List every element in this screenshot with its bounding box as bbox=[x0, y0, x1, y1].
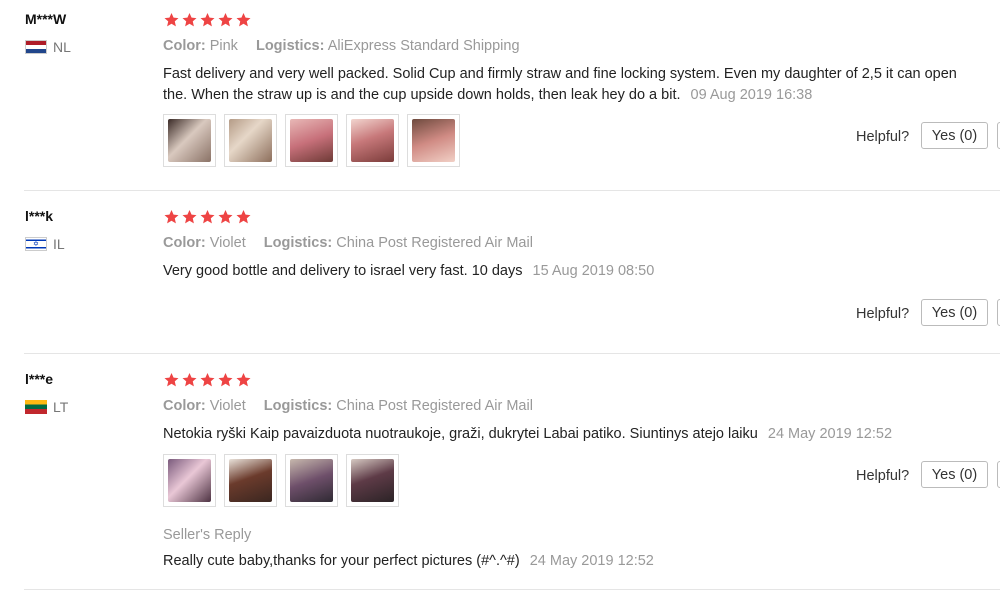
reviewer-country: LT bbox=[25, 399, 68, 415]
star-rating bbox=[163, 209, 253, 225]
seller-reply-text: Really cute baby,thanks for your perfect… bbox=[163, 553, 520, 569]
helpful-yes-button[interactable]: Yes (0) bbox=[921, 461, 988, 488]
review-body: Netokia ryški Kaip pavaizduota nuotrauko… bbox=[163, 426, 758, 442]
logistics-label: Logistics: bbox=[255, 38, 325, 54]
star-icon bbox=[217, 209, 234, 225]
helpful-label: Helpful? bbox=[856, 306, 910, 322]
color-label: Color: bbox=[163, 235, 206, 251]
star-icon bbox=[217, 12, 234, 28]
review-photo[interactable] bbox=[163, 114, 216, 167]
israel-flag-icon: ✡ bbox=[25, 237, 47, 251]
review-date: 15 Aug 2019 08:50 bbox=[532, 263, 655, 279]
review-body: Very good bottle and delivery to israel … bbox=[163, 263, 523, 279]
order-info: Color: Violet Logistics: China Post Regi… bbox=[163, 398, 547, 414]
star-icon bbox=[199, 209, 216, 225]
star-icon bbox=[181, 372, 198, 388]
review-divider bbox=[24, 353, 1000, 354]
review-photo[interactable] bbox=[346, 114, 399, 167]
seller-reply-label: Seller's Reply bbox=[163, 527, 252, 543]
review-photos bbox=[163, 114, 468, 167]
star-icon bbox=[199, 12, 216, 28]
netherlands-flag-icon bbox=[25, 40, 47, 54]
star-icon bbox=[235, 12, 252, 28]
logistics-label: Logistics: bbox=[263, 235, 333, 251]
star-icon bbox=[199, 372, 216, 388]
review-photo[interactable] bbox=[285, 114, 338, 167]
country-code: LT bbox=[53, 399, 69, 415]
reviewer-country: NL bbox=[25, 39, 71, 55]
star-icon bbox=[163, 372, 180, 388]
star-icon bbox=[217, 372, 234, 388]
star-rating bbox=[163, 372, 253, 388]
color-value: Violet bbox=[209, 235, 246, 251]
seller-reply-date: 24 May 2019 12:52 bbox=[529, 553, 654, 569]
review-body: Fast delivery and very well packed. Soli… bbox=[163, 66, 957, 103]
helpful-label: Helpful? bbox=[856, 468, 910, 484]
color-value: Violet bbox=[209, 398, 246, 414]
review-text: Netokia ryški Kaip pavaizduota nuotrauko… bbox=[163, 424, 963, 445]
star-icon bbox=[181, 12, 198, 28]
reviewer-name: M***W bbox=[25, 11, 67, 27]
review-date: 09 Aug 2019 16:38 bbox=[690, 87, 813, 103]
helpful-yes-button[interactable]: Yes (0) bbox=[921, 299, 988, 326]
logistics-label: Logistics: bbox=[263, 398, 333, 414]
reviewer-country: ✡ IL bbox=[25, 236, 65, 252]
color-label: Color: bbox=[163, 38, 206, 54]
order-info: Color: Pink Logistics: AliExpress Standa… bbox=[163, 38, 534, 54]
reviewer-name: l***k bbox=[25, 208, 54, 224]
star-rating bbox=[163, 12, 253, 28]
helpful-yes-button[interactable]: Yes (0) bbox=[921, 122, 988, 149]
seller-reply: Really cute baby,thanks for your perfect… bbox=[163, 551, 963, 572]
review-text: Fast delivery and very well packed. Soli… bbox=[163, 64, 963, 106]
review-photo[interactable] bbox=[346, 454, 399, 507]
logistics-value: China Post Registered Air Mail bbox=[336, 235, 533, 251]
order-info: Color: Violet Logistics: China Post Regi… bbox=[163, 235, 547, 251]
helpful-label: Helpful? bbox=[856, 129, 910, 145]
review-divider bbox=[24, 190, 1000, 191]
review-photo[interactable] bbox=[163, 454, 216, 507]
logistics-value: China Post Registered Air Mail bbox=[336, 398, 533, 414]
star-icon bbox=[163, 12, 180, 28]
review-photo[interactable] bbox=[224, 114, 277, 167]
star-icon bbox=[235, 372, 252, 388]
review-photo[interactable] bbox=[285, 454, 338, 507]
country-code: NL bbox=[53, 39, 71, 55]
reviewer-name: l***e bbox=[25, 371, 54, 387]
review-date: 24 May 2019 12:52 bbox=[767, 426, 893, 442]
review-photo[interactable] bbox=[224, 454, 277, 507]
color-value: Pink bbox=[209, 38, 238, 54]
lithuania-flag-icon bbox=[25, 400, 47, 414]
star-icon bbox=[163, 209, 180, 225]
logistics-value: AliExpress Standard Shipping bbox=[327, 38, 520, 54]
review-photo[interactable] bbox=[407, 114, 460, 167]
review-text: Very good bottle and delivery to israel … bbox=[163, 261, 963, 282]
country-code: IL bbox=[53, 236, 65, 252]
star-icon bbox=[235, 209, 252, 225]
color-label: Color: bbox=[163, 398, 206, 414]
review-divider bbox=[24, 589, 1000, 590]
review-photos bbox=[163, 454, 407, 507]
star-icon bbox=[181, 209, 198, 225]
